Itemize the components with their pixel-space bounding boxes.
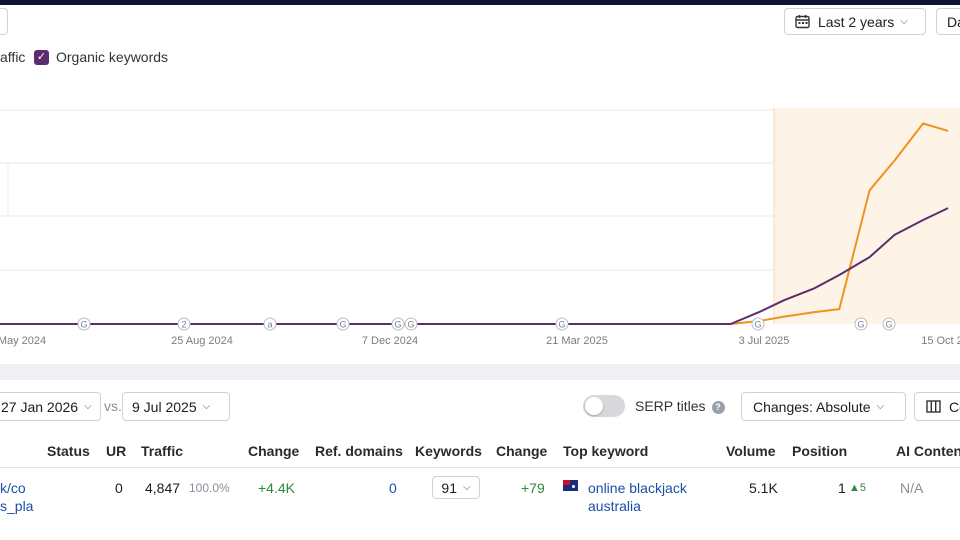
row-position-change: ▲5 [849, 482, 867, 494]
date-a-label: 27 Jan 2026 [1, 398, 79, 415]
chevron-down-icon: ⌵ [900, 16, 908, 27]
help-icon[interactable]: ? [711, 400, 725, 414]
annotation-marker[interactable]: G [882, 317, 896, 331]
performance-chart: G2aGGGGGGG May 2024 25 Aug 2024 7 Dec 2024… [0, 108, 960, 347]
row-ur: 0 [115, 480, 123, 496]
row-traffic-change: +4.4K [258, 480, 295, 496]
x-tick-label: 25 Aug 2024 [171, 335, 233, 347]
serp-titles-label: SERP titles? [635, 398, 725, 414]
annotation-marker[interactable]: G [391, 317, 405, 331]
date-a-dropdown[interactable]: 27 Jan 2026 ⌵ [0, 392, 101, 421]
date-b-label: 9 Jul 2025 [132, 398, 197, 415]
col-ur[interactable]: UR [106, 443, 126, 459]
annotation-marker-label: G [857, 320, 864, 330]
annotation-marker-label: G [80, 320, 87, 330]
row-position: 1 [838, 480, 846, 496]
annotation-marker[interactable]: G [77, 317, 91, 331]
annotation-marker-label: a [267, 320, 272, 330]
annotation-marker[interactable]: 2 [177, 317, 191, 331]
checkbox-checked-icon[interactable]: ✓ [34, 49, 49, 65]
col-ref-domains[interactable]: Ref. domains [315, 443, 403, 459]
vs-label: vs. [104, 398, 122, 414]
col-status[interactable]: Status [47, 443, 90, 459]
annotation-marker-label: G [339, 320, 346, 330]
annotation-marker-label: G [558, 320, 565, 330]
chevron-down-icon: ⌵ [202, 401, 211, 412]
toggle-knob [585, 397, 603, 415]
col-volume[interactable]: Volume [726, 443, 776, 459]
annotation-marker-label: 2 [181, 320, 186, 330]
granularity-label: Da [947, 13, 960, 30]
date-granularity-dropdown[interactable]: Da [936, 8, 960, 35]
row-top-keyword-line2[interactable]: australia [588, 498, 641, 514]
row-traffic[interactable]: 4,847 [145, 480, 180, 496]
annotation-marker-label: G [885, 320, 892, 330]
row-url-line1[interactable]: k/co [0, 480, 26, 496]
table-header: Status UR Traffic Change Ref. domains Ke… [0, 434, 960, 468]
col-traffic[interactable]: Traffic [141, 443, 183, 459]
row-ai-content: N/A [900, 480, 924, 496]
row-keywords: 91 [441, 479, 457, 496]
annotation-marker[interactable]: G [751, 317, 765, 331]
date-b-dropdown[interactable]: 9 Jul 2025 ⌵ [122, 392, 230, 421]
chevron-down-icon: ⌵ [84, 401, 92, 412]
row-url-line2[interactable]: s_pla [0, 498, 33, 514]
annotation-marker-label: G [754, 320, 761, 330]
section-divider [0, 364, 960, 380]
x-tick-label: May 2024 [0, 335, 46, 347]
left-cut-control[interactable] [0, 8, 8, 35]
legend-organic-keywords[interactable]: ✓ Organic keywords [34, 46, 168, 68]
changes-label: Changes: Absolute [753, 398, 871, 415]
row-traffic-share: 100.0% [189, 481, 230, 495]
annotation-marker[interactable]: G [404, 317, 418, 331]
legend-traffic-label: affic [0, 49, 26, 65]
col-keywords-change[interactable]: Change [496, 443, 547, 459]
columns-icon [926, 400, 941, 413]
columns-button[interactable]: Co [914, 392, 960, 421]
columns-label: Co [949, 398, 960, 415]
annotation-marker[interactable]: G [555, 317, 569, 331]
x-tick-label: 15 Oct 2 [921, 335, 960, 347]
col-top-keyword[interactable]: Top keyword [563, 443, 648, 459]
x-tick-label: 7 Dec 2024 [362, 335, 418, 347]
calendar-icon [795, 15, 810, 29]
col-traffic-change[interactable]: Change [248, 443, 299, 459]
australia-flag-icon [563, 480, 578, 491]
col-keywords[interactable]: Keywords [415, 443, 482, 459]
col-ai-content[interactable]: AI Content [896, 443, 960, 459]
row-keywords-dropdown[interactable]: 91 ⌵ [432, 476, 480, 499]
row-keywords-change: +79 [521, 480, 545, 496]
serp-titles-toggle[interactable] [583, 395, 625, 417]
x-tick-label: 3 Jul 2025 [739, 335, 790, 347]
annotation-marker-label: G [394, 320, 401, 330]
date-range-dropdown[interactable]: Last 2 years ⌵ [784, 8, 926, 35]
legend-organic-keywords-label: Organic keywords [56, 49, 169, 65]
chevron-down-icon: ⌵ [876, 401, 885, 412]
serp-titles-text: SERP titles [635, 398, 706, 414]
annotation-marker[interactable]: G [854, 317, 868, 331]
date-range-label: Last 2 years [818, 13, 895, 30]
changes-dropdown[interactable]: Changes: Absolute ⌵ [741, 392, 906, 421]
row-volume: 5.1K [749, 480, 778, 496]
legend-traffic[interactable]: affic [0, 46, 25, 68]
col-position[interactable]: Position [792, 443, 847, 459]
annotation-marker[interactable]: G [336, 317, 350, 331]
annotation-marker[interactable]: a [263, 317, 277, 331]
chevron-down-icon: ⌵ [462, 482, 471, 493]
annotation-marker-label: G [407, 320, 414, 330]
row-top-keyword-line1[interactable]: online blackjack [588, 480, 687, 496]
row-ref-domains[interactable]: 0 [389, 480, 397, 496]
x-tick-label: 21 Mar 2025 [546, 335, 608, 347]
top-dark-bar [0, 0, 960, 5]
